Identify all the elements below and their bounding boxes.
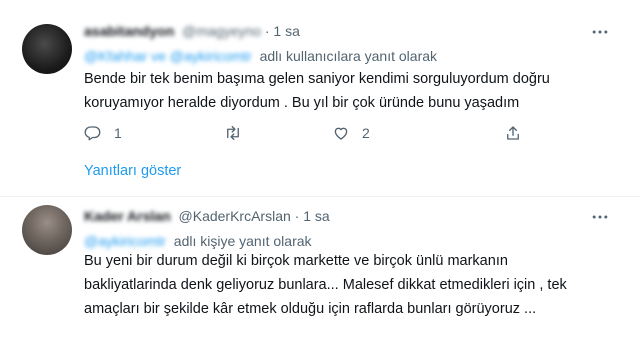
share-button[interactable] bbox=[504, 124, 522, 142]
tweet-2[interactable]: Kader Arslan @KaderKrcArslan · 1 sa @ayk… bbox=[0, 197, 640, 360]
reply-context: @aykiricomtr adlı kişiye yanıt olarak bbox=[84, 233, 312, 249]
retweet-icon bbox=[227, 125, 239, 141]
tweet-text-line: bakliyatlarinda denk geliyoruz bunlara..… bbox=[84, 277, 567, 293]
more-horizontal-icon[interactable] bbox=[590, 207, 610, 232]
reply-count: 1 bbox=[114, 125, 122, 141]
tweet-1[interactable]: asabitandyon @magyeyno · 1 sa @Kfahhar v… bbox=[0, 0, 640, 195]
retweet-button[interactable] bbox=[224, 124, 254, 142]
separator: · bbox=[294, 208, 304, 224]
avatar[interactable] bbox=[22, 24, 72, 74]
timestamp[interactable]: 1 sa bbox=[303, 208, 329, 224]
tweet-text-line: koruyamıyor heralde diyordum . Bu yıl bi… bbox=[84, 95, 520, 111]
tweet-text-line: Bende bir tek benim başıma gelen saniyor… bbox=[84, 71, 550, 87]
display-name[interactable]: asabitandyon bbox=[84, 23, 174, 39]
tweet-text: Bu yeni bir durum değil ki birçok market… bbox=[84, 249, 567, 321]
share-icon bbox=[507, 126, 519, 140]
tweet-text-line: Bu yeni bir durum değil ki birçok market… bbox=[84, 253, 508, 269]
reply-mentions[interactable]: @aykiricomtr bbox=[84, 233, 166, 249]
reply-context-label: adlı kullanıcılara yanıt olarak bbox=[259, 48, 438, 64]
reply-context-label: adlı kişiye yanıt olarak bbox=[173, 233, 312, 249]
reply-mentions[interactable]: @Kfahhar ve @aykiricomtr bbox=[84, 48, 252, 64]
reply-icon bbox=[84, 126, 101, 141]
tweet-text-line: amaçları bir şekilde kâr etmek olduğu iç… bbox=[84, 301, 537, 317]
tweet-header: asabitandyon @magyeyno · 1 sa bbox=[84, 23, 300, 39]
display-name[interactable]: Kader Arslan bbox=[84, 208, 171, 224]
more-horizontal-icon[interactable] bbox=[590, 22, 610, 47]
tweet-header: Kader Arslan @KaderKrcArslan · 1 sa bbox=[84, 208, 330, 224]
show-replies-link[interactable]: Yanıtları göster bbox=[84, 163, 181, 179]
reply-button[interactable]: 1 bbox=[84, 124, 122, 142]
avatar[interactable] bbox=[22, 205, 72, 255]
timestamp[interactable]: 1 sa bbox=[273, 23, 299, 39]
reply-context: @Kfahhar ve @aykiricomtr adlı kullanıcıl… bbox=[84, 48, 437, 64]
handle[interactable]: @KaderKrcArslan bbox=[179, 208, 291, 224]
action-bar: 1 2 bbox=[84, 124, 544, 144]
heart-icon bbox=[334, 127, 348, 140]
handle[interactable]: @magyeyno bbox=[182, 23, 261, 39]
like-count: 2 bbox=[362, 125, 370, 141]
tweet-text: Bende bir tek benim başıma gelen saniyor… bbox=[84, 67, 550, 115]
like-button[interactable]: 2 bbox=[332, 124, 370, 142]
